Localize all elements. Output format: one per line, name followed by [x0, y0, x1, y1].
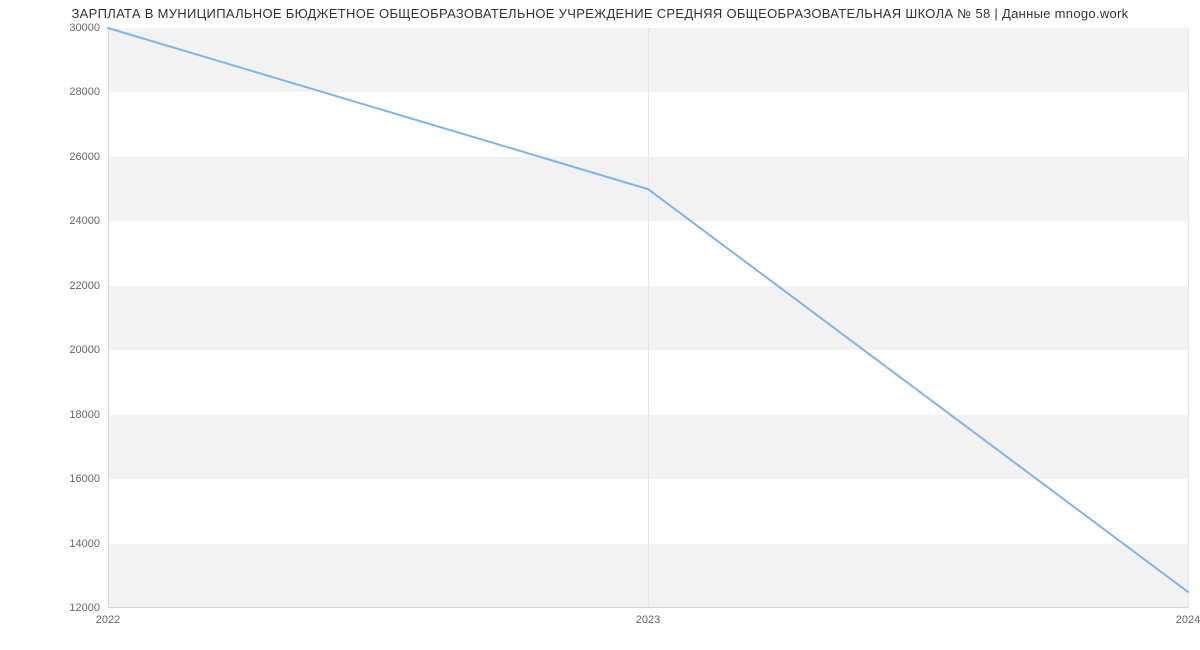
- y-tick-label: 16000: [69, 473, 100, 485]
- plot-area: 1200014000160001800020000220002400026000…: [108, 28, 1188, 608]
- x-tick-label: 2024: [1176, 614, 1200, 626]
- chart-title: ЗАРПЛАТА В МУНИЦИПАЛЬНОЕ БЮДЖЕТНОЕ ОБЩЕО…: [0, 6, 1200, 21]
- line-layer: [108, 28, 1188, 608]
- y-tick-label: 28000: [69, 86, 100, 98]
- y-tick-label: 26000: [69, 151, 100, 163]
- y-tick-label: 20000: [69, 344, 100, 356]
- series-line: [108, 28, 1188, 592]
- y-tick-label: 22000: [69, 280, 100, 292]
- y-tick-label: 12000: [69, 602, 100, 614]
- chart-container: ЗАРПЛАТА В МУНИЦИПАЛЬНОЕ БЮДЖЕТНОЕ ОБЩЕО…: [0, 0, 1200, 650]
- y-tick-label: 14000: [69, 538, 100, 550]
- y-tick-label: 24000: [69, 215, 100, 227]
- grid-vertical: [1188, 28, 1189, 608]
- x-tick-label: 2022: [96, 614, 120, 626]
- x-tick-label: 2023: [636, 614, 660, 626]
- y-tick-label: 18000: [69, 409, 100, 421]
- y-tick-label: 30000: [69, 22, 100, 34]
